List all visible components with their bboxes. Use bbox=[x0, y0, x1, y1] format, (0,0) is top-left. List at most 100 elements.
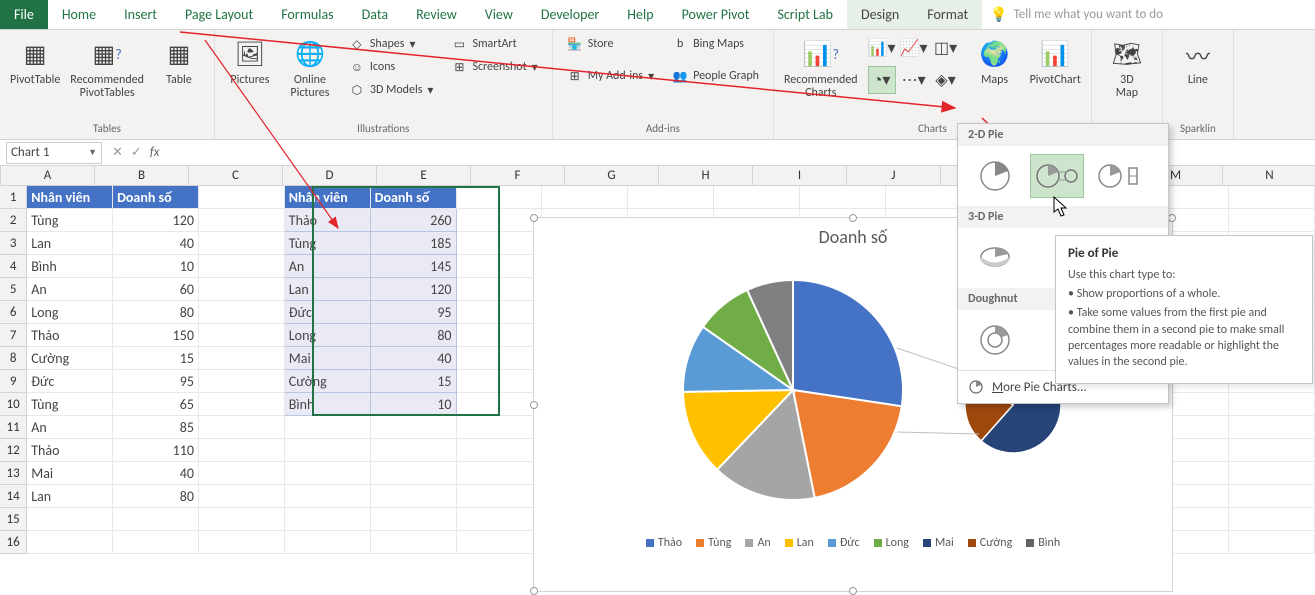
cell[interactable]: Long bbox=[285, 324, 371, 347]
bing-maps-button[interactable]: bBing Maps bbox=[668, 34, 763, 54]
cell[interactable] bbox=[1229, 209, 1315, 232]
col-header[interactable]: N bbox=[1223, 166, 1315, 186]
tab-format[interactable]: Format bbox=[913, 0, 982, 29]
row-header[interactable]: 11 bbox=[0, 416, 27, 439]
row-header[interactable]: 15 bbox=[0, 508, 27, 531]
column-chart-button[interactable]: 📊▾ bbox=[868, 34, 896, 62]
cell[interactable]: Nhân viên bbox=[285, 186, 371, 209]
cell[interactable] bbox=[199, 416, 285, 439]
pie-chart-button[interactable]: ◔▾ bbox=[868, 66, 896, 94]
cell[interactable]: Thảo bbox=[27, 439, 113, 462]
row-header[interactable]: 6 bbox=[0, 301, 27, 324]
cell[interactable] bbox=[199, 186, 285, 209]
sparkline-line-button[interactable]: 〰 Line bbox=[1173, 34, 1223, 87]
cell[interactable]: 185 bbox=[371, 232, 457, 255]
cell[interactable] bbox=[371, 485, 457, 508]
cell[interactable] bbox=[285, 485, 371, 508]
cell[interactable]: 95 bbox=[113, 370, 199, 393]
tab-help[interactable]: Help bbox=[613, 0, 667, 29]
cell[interactable] bbox=[1229, 508, 1315, 531]
row-header[interactable]: 4 bbox=[0, 255, 27, 278]
cell[interactable] bbox=[457, 462, 543, 485]
cell[interactable] bbox=[199, 347, 285, 370]
screenshot-button[interactable]: ⊞Screenshot ▾ bbox=[447, 57, 541, 77]
col-header[interactable]: I bbox=[753, 166, 847, 186]
cell[interactable] bbox=[27, 531, 113, 554]
cell[interactable]: 40 bbox=[113, 232, 199, 255]
cell[interactable]: 85 bbox=[113, 416, 199, 439]
col-header[interactable]: A bbox=[1, 166, 95, 186]
cell[interactable]: 10 bbox=[371, 393, 457, 416]
row-header[interactable]: 1 bbox=[0, 186, 27, 209]
row-header[interactable]: 10 bbox=[0, 393, 27, 416]
cell[interactable] bbox=[371, 462, 457, 485]
pictures-button[interactable]: 🖼 Pictures bbox=[225, 34, 275, 87]
cell[interactable] bbox=[199, 370, 285, 393]
cell[interactable] bbox=[199, 531, 285, 554]
cell[interactable] bbox=[457, 232, 543, 255]
cell[interactable] bbox=[1229, 393, 1315, 416]
cell[interactable]: Tùng bbox=[27, 393, 113, 416]
tab-view[interactable]: View bbox=[471, 0, 527, 29]
pie-option[interactable] bbox=[968, 154, 1022, 198]
cell[interactable] bbox=[199, 324, 285, 347]
col-header[interactable]: D bbox=[283, 166, 377, 186]
cell[interactable]: Mai bbox=[27, 462, 113, 485]
cell[interactable] bbox=[457, 370, 543, 393]
recommended-pivot-button[interactable]: ▦? Recommended PivotTables bbox=[70, 34, 144, 100]
doughnut-option[interactable] bbox=[968, 318, 1022, 362]
cell[interactable] bbox=[1229, 485, 1315, 508]
cell[interactable] bbox=[457, 485, 543, 508]
tab-insert[interactable]: Insert bbox=[110, 0, 171, 29]
cell[interactable] bbox=[1229, 531, 1315, 554]
cell[interactable]: 150 bbox=[113, 324, 199, 347]
row-header[interactable]: 3 bbox=[0, 232, 27, 255]
cell[interactable]: Lan bbox=[285, 278, 371, 301]
cell[interactable] bbox=[113, 508, 199, 531]
bar-of-pie-option[interactable] bbox=[1092, 154, 1146, 198]
shapes-button[interactable]: ◇Shapes ▾ bbox=[345, 34, 438, 54]
cell[interactable]: 80 bbox=[371, 324, 457, 347]
maps-button[interactable]: 🌍 Maps bbox=[970, 34, 1020, 87]
cell[interactable] bbox=[457, 324, 543, 347]
pivotchart-button[interactable]: 📊 PivotChart bbox=[1030, 34, 1081, 87]
cell[interactable] bbox=[457, 301, 543, 324]
cell[interactable]: Đức bbox=[285, 301, 371, 324]
pie-of-pie-option[interactable] bbox=[1030, 154, 1084, 198]
cell[interactable] bbox=[1229, 439, 1315, 462]
cell[interactable]: 60 bbox=[113, 278, 199, 301]
cancel-button[interactable]: ✕ bbox=[112, 145, 123, 160]
cell[interactable] bbox=[457, 531, 543, 554]
cell[interactable] bbox=[371, 508, 457, 531]
line-chart-button[interactable]: 📈▾ bbox=[900, 34, 928, 62]
cell[interactable] bbox=[1229, 462, 1315, 485]
cell[interactable]: Bình bbox=[27, 255, 113, 278]
col-header[interactable]: C bbox=[189, 166, 283, 186]
cell[interactable] bbox=[628, 186, 714, 209]
cell[interactable]: 80 bbox=[113, 485, 199, 508]
cell[interactable]: Tùng bbox=[27, 209, 113, 232]
cell[interactable] bbox=[371, 416, 457, 439]
cell[interactable]: Cường bbox=[285, 370, 371, 393]
cell[interactable] bbox=[457, 278, 543, 301]
cell[interactable]: Đức bbox=[27, 370, 113, 393]
cell[interactable] bbox=[199, 209, 285, 232]
smartart-button[interactable]: ▭SmartArt bbox=[447, 34, 541, 54]
cell[interactable] bbox=[457, 508, 543, 531]
row-header[interactable]: 7 bbox=[0, 324, 27, 347]
tab-page-layout[interactable]: Page Layout bbox=[171, 0, 267, 29]
cell[interactable] bbox=[542, 186, 628, 209]
cell[interactable]: Bình bbox=[285, 393, 371, 416]
online-pictures-button[interactable]: 🌐 Online Pictures bbox=[285, 34, 335, 100]
cell[interactable]: 15 bbox=[371, 370, 457, 393]
col-header[interactable]: J bbox=[847, 166, 941, 186]
cell[interactable]: Thảo bbox=[27, 324, 113, 347]
cell[interactable] bbox=[457, 416, 543, 439]
cell[interactable]: Lan bbox=[27, 232, 113, 255]
cell[interactable] bbox=[285, 439, 371, 462]
tab-power-pivot[interactable]: Power Pivot bbox=[668, 0, 764, 29]
people-graph-button[interactable]: 👥People Graph bbox=[668, 66, 763, 86]
row-header[interactable]: 2 bbox=[0, 209, 27, 232]
cell[interactable] bbox=[457, 255, 543, 278]
cell[interactable] bbox=[285, 508, 371, 531]
